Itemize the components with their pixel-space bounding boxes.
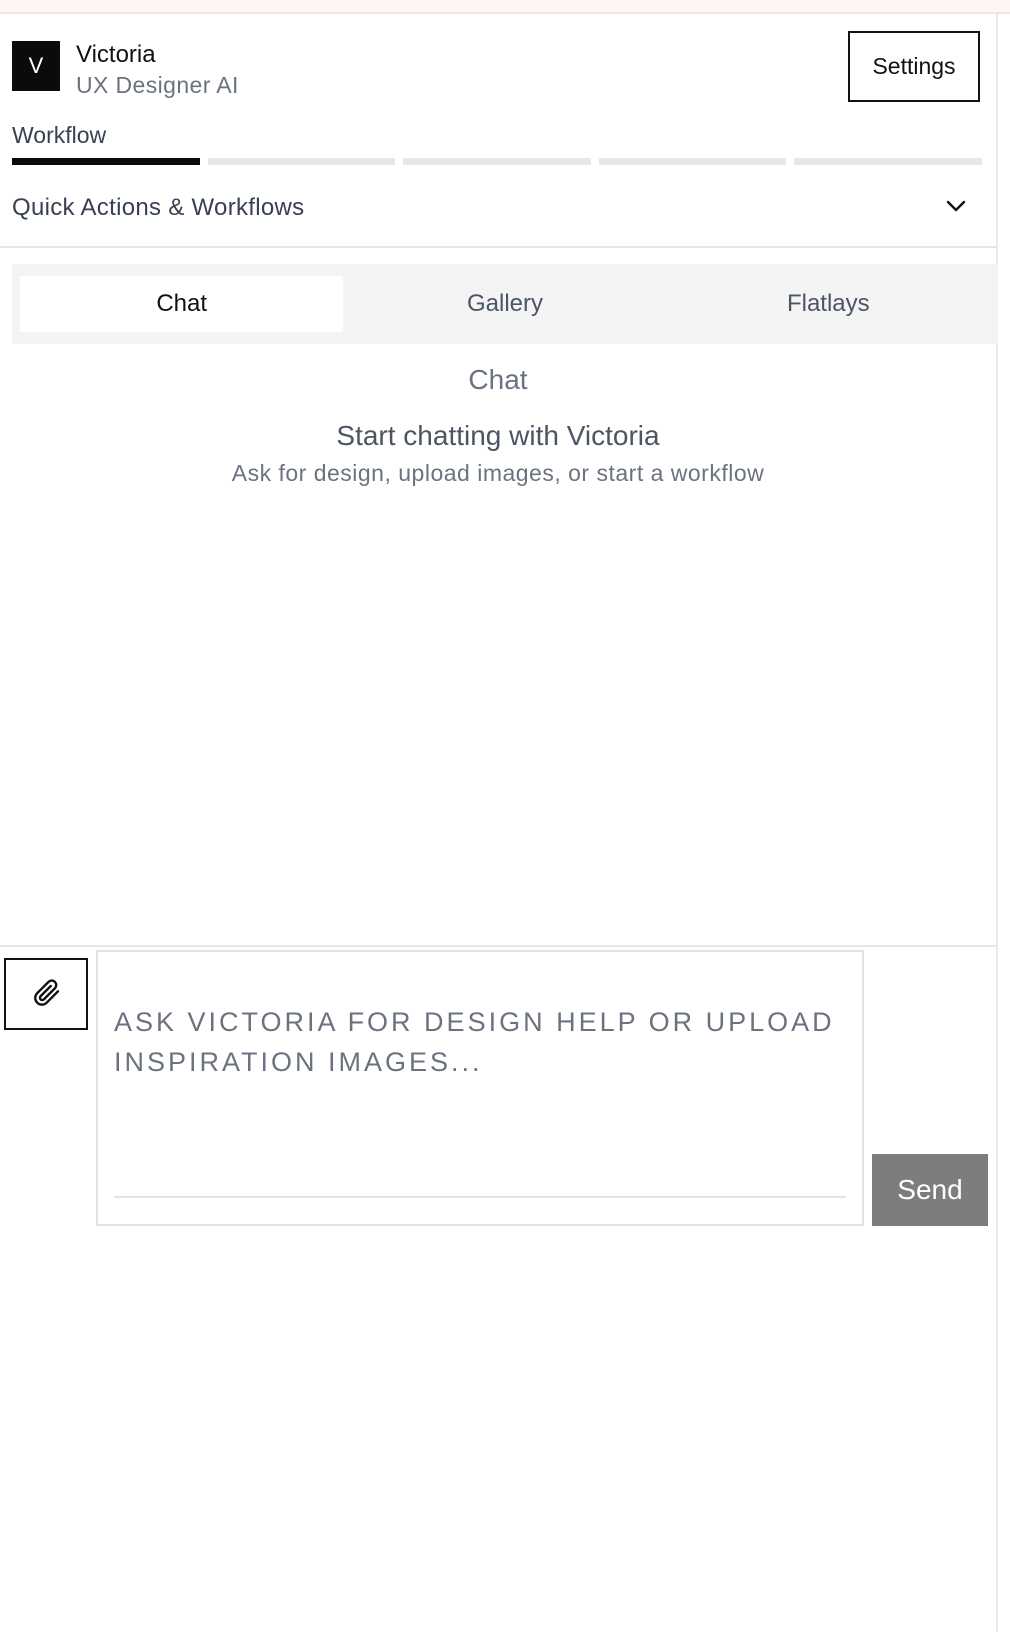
agent-role: UX Designer AI bbox=[76, 72, 239, 98]
agent-header: V Victoria UX Designer AI Settings bbox=[12, 31, 982, 104]
workflow-step-3 bbox=[403, 158, 591, 165]
panel-right-border bbox=[996, 14, 998, 1632]
empty-state-title: Start chatting with Victoria bbox=[336, 420, 660, 451]
top-strip bbox=[0, 0, 1010, 14]
workflow-progress bbox=[12, 158, 982, 165]
tab-gallery[interactable]: Gallery bbox=[343, 276, 666, 332]
workflow-step-4 bbox=[598, 158, 787, 165]
chevron-down-icon bbox=[944, 194, 968, 218]
empty-state-subtitle: Ask for design, upload images, or start … bbox=[231, 460, 765, 486]
send-button[interactable]: Send bbox=[872, 1154, 988, 1226]
workflow-label: Workflow bbox=[12, 122, 107, 148]
workflow-step-5 bbox=[794, 158, 982, 165]
settings-button[interactable]: Settings bbox=[848, 31, 980, 102]
avatar: V bbox=[12, 41, 60, 91]
workflow-step-1 bbox=[12, 158, 200, 165]
agent-name: Victoria bbox=[76, 41, 156, 68]
message-input-wrapper bbox=[96, 950, 864, 1226]
tab-flatlays[interactable]: Flatlays bbox=[667, 276, 990, 332]
view-tabs: Chat Gallery Flatlays bbox=[12, 264, 998, 344]
workflow-step-2 bbox=[207, 158, 396, 165]
composer-divider bbox=[0, 945, 996, 947]
paperclip-icon bbox=[30, 976, 62, 1013]
quick-actions-label: Quick Actions & Workflows bbox=[12, 194, 305, 221]
message-input[interactable] bbox=[114, 1002, 846, 1198]
chat-section-title: Chat bbox=[468, 364, 528, 395]
attach-button[interactable] bbox=[4, 958, 88, 1030]
quick-actions-toggle[interactable]: Quick Actions & Workflows bbox=[0, 180, 996, 248]
tab-chat[interactable]: Chat bbox=[20, 276, 344, 332]
